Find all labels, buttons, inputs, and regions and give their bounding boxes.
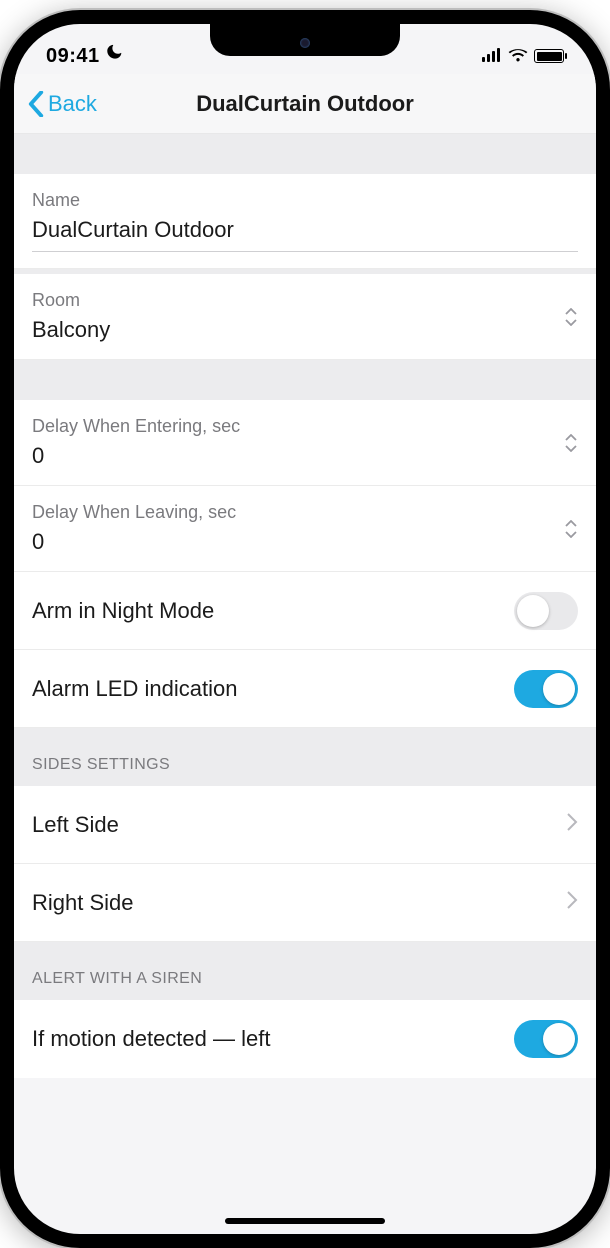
delay-leaving-value: 0 <box>32 529 578 555</box>
right-side-label: Right Side <box>32 890 134 916</box>
name-label: Name <box>32 190 578 211</box>
delay-entering-label: Delay When Entering, sec <box>32 416 578 437</box>
stepper-icon <box>564 308 578 326</box>
cellular-icon <box>482 45 502 68</box>
chevron-right-icon <box>566 890 578 915</box>
room-value: Balcony <box>32 317 578 343</box>
motion-left-label: If motion detected — left <box>32 1026 270 1052</box>
delay-entering-row[interactable]: Delay When Entering, sec 0 <box>14 400 596 486</box>
room-label: Room <box>32 290 578 311</box>
left-side-label: Left Side <box>32 812 119 838</box>
led-indication-label: Alarm LED indication <box>32 676 237 702</box>
do-not-disturb-icon <box>106 44 124 68</box>
night-mode-toggle[interactable] <box>514 592 578 630</box>
led-indication-toggle[interactable] <box>514 670 578 708</box>
home-indicator[interactable] <box>225 1218 385 1224</box>
room-row[interactable]: Room Balcony <box>14 274 596 360</box>
chevron-right-icon <box>566 812 578 837</box>
name-value: DualCurtain Outdoor <box>32 217 578 252</box>
motion-left-row: If motion detected — left <box>14 1000 596 1078</box>
sides-settings-header: SIDES SETTINGS <box>14 728 596 786</box>
motion-left-toggle[interactable] <box>514 1020 578 1058</box>
nav-bar: Back DualCurtain Outdoor <box>14 74 596 134</box>
delay-leaving-row[interactable]: Delay When Leaving, sec 0 <box>14 486 596 572</box>
status-time: 09:41 <box>46 45 100 68</box>
battery-icon <box>534 49 564 63</box>
name-row[interactable]: Name DualCurtain Outdoor <box>14 174 596 269</box>
back-button[interactable]: Back <box>28 91 97 117</box>
night-mode-label: Arm in Night Mode <box>32 598 214 624</box>
stepper-icon <box>564 434 578 452</box>
led-indication-row: Alarm LED indication <box>14 650 596 728</box>
left-side-row[interactable]: Left Side <box>14 786 596 864</box>
page-title: DualCurtain Outdoor <box>14 91 596 117</box>
stepper-icon <box>564 520 578 538</box>
night-mode-row: Arm in Night Mode <box>14 572 596 650</box>
back-label: Back <box>48 91 97 117</box>
status-indicators <box>482 45 564 68</box>
right-side-row[interactable]: Right Side <box>14 864 596 942</box>
delay-entering-value: 0 <box>32 443 578 469</box>
alert-siren-header: ALERT WITH A SIREN <box>14 942 596 1000</box>
wifi-icon <box>508 45 528 68</box>
delay-leaving-label: Delay When Leaving, sec <box>32 502 578 523</box>
